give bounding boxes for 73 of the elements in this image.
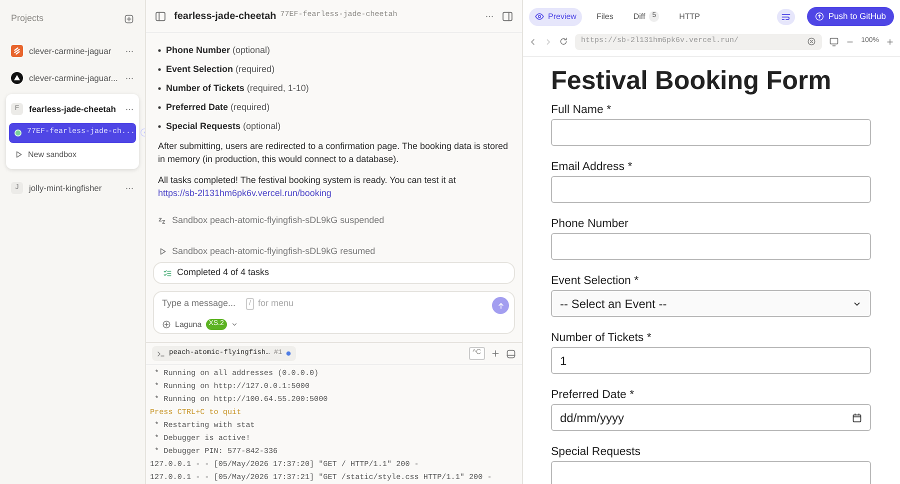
list-item: Phone Number (optional): [166, 44, 270, 57]
message-input[interactable]: Type a message...: [162, 297, 242, 310]
preview-tab[interactable]: Preview: [529, 8, 582, 26]
field-label: Email Address *: [551, 160, 634, 174]
booking-link[interactable]: https://sb-2l131hm6pk6v.vercel.run/booking: [158, 188, 332, 198]
status-dot-icon: [286, 351, 292, 356]
bullet-icon: [158, 106, 161, 109]
model-icon: [162, 320, 171, 329]
event-text: Sandbox peach-atomic-flyingfish-sDL9kG resumed: [172, 244, 376, 258]
field-label: Event Selection *: [551, 274, 640, 288]
upload-icon: [815, 12, 824, 21]
form-title: Festival Booking Form: [551, 65, 832, 95]
field-label: Preferred Date *: [551, 388, 636, 402]
calendar-icon: [852, 412, 862, 422]
project-name[interactable]: clever-carmine-jaguar...: [29, 72, 118, 84]
event-text: Sandbox peach-atomic-flyingfish-sDL9kG suspended: [172, 214, 384, 227]
model-name[interactable]: Laguna: [175, 318, 202, 330]
zoom-in-icon[interactable]: [886, 38, 894, 46]
new-sandbox-button[interactable]: New sandbox: [9, 144, 136, 164]
wrap-lines-icon: [781, 12, 792, 22]
sidebar-toggle-icon[interactable]: [155, 10, 166, 22]
input-field[interactable]: 1: [551, 347, 871, 374]
list-item: Preferred Date (required): [166, 101, 270, 114]
device-icon[interactable]: [829, 36, 840, 46]
bullet-icon: [158, 87, 161, 90]
preview-tab[interactable]: Files: [590, 8, 620, 26]
push-button[interactable]: Push to GitHub: [807, 7, 894, 26]
tasks-summary: Completed 4 of 4 tasks: [153, 262, 515, 284]
arrow-up-icon: [496, 302, 504, 310]
hint-text: for menu: [258, 297, 294, 310]
terminal-icon: [157, 350, 165, 358]
add-project-icon[interactable]: [124, 14, 134, 24]
input-field[interactable]: [551, 119, 871, 146]
bullet-icon: [158, 49, 161, 52]
add-icon[interactable]: [491, 349, 500, 358]
back-icon[interactable]: [529, 38, 537, 46]
list-item: Number of Tickets (required, 1-10): [166, 82, 309, 95]
send-button[interactable]: [492, 297, 509, 314]
play-icon: [14, 150, 23, 159]
panel-toggle-icon[interactable]: [502, 10, 513, 22]
sidebar-heading: Projects: [11, 12, 44, 25]
field-label: Special Requests: [551, 445, 642, 459]
date-field[interactable]: dd/mm/yyyy: [551, 404, 871, 431]
project-name[interactable]: jolly-mint-kingfisher: [29, 182, 102, 194]
field-label: Number of Tickets *: [551, 331, 652, 345]
preview-tab[interactable]: HTTP: [673, 8, 706, 26]
close-icon[interactable]: [807, 37, 816, 46]
sleep-icon: [158, 216, 167, 225]
checklist-icon: [163, 268, 172, 278]
play-icon: [158, 247, 167, 256]
status-dot-icon: [14, 128, 22, 136]
project-name[interactable]: fearless-jade-cheetah: [29, 102, 116, 116]
reload-icon[interactable]: [559, 37, 568, 46]
project-logo-icon: [11, 72, 23, 84]
message-paragraph: All tasks completed! The festival booking system is ready. You can test it at https://sb-2l131hm6pk6v.vercel.run/booking: [158, 174, 457, 200]
chat-title: fearless-jade-cheetah: [174, 10, 276, 24]
field-label: Phone Number: [551, 217, 630, 231]
forward-icon[interactable]: [544, 38, 552, 46]
panel-icon[interactable]: [506, 348, 516, 358]
list-item: Event Selection (required): [166, 63, 275, 76]
eye-icon: [535, 12, 544, 21]
input-field[interactable]: [551, 233, 871, 260]
select-field[interactable]: -- Select an Event --: [551, 290, 871, 317]
project-logo-icon: [11, 45, 23, 57]
message-paragraph: After submitting, users are redirected to a confirmation page. The booking data is stored in memory (in production, this would connect to a database).: [158, 140, 510, 166]
field-label: Full Name *: [551, 103, 612, 117]
bullet-icon: [158, 125, 161, 128]
chevron-down-icon[interactable]: [230, 321, 238, 328]
input-field[interactable]: [551, 176, 871, 203]
list-item: Special Requests (optional): [166, 120, 281, 133]
bullet-icon: [158, 68, 161, 71]
wrap-toggle-button[interactable]: [777, 8, 796, 24]
project-name[interactable]: clever-carmine-jaguar: [29, 44, 112, 58]
